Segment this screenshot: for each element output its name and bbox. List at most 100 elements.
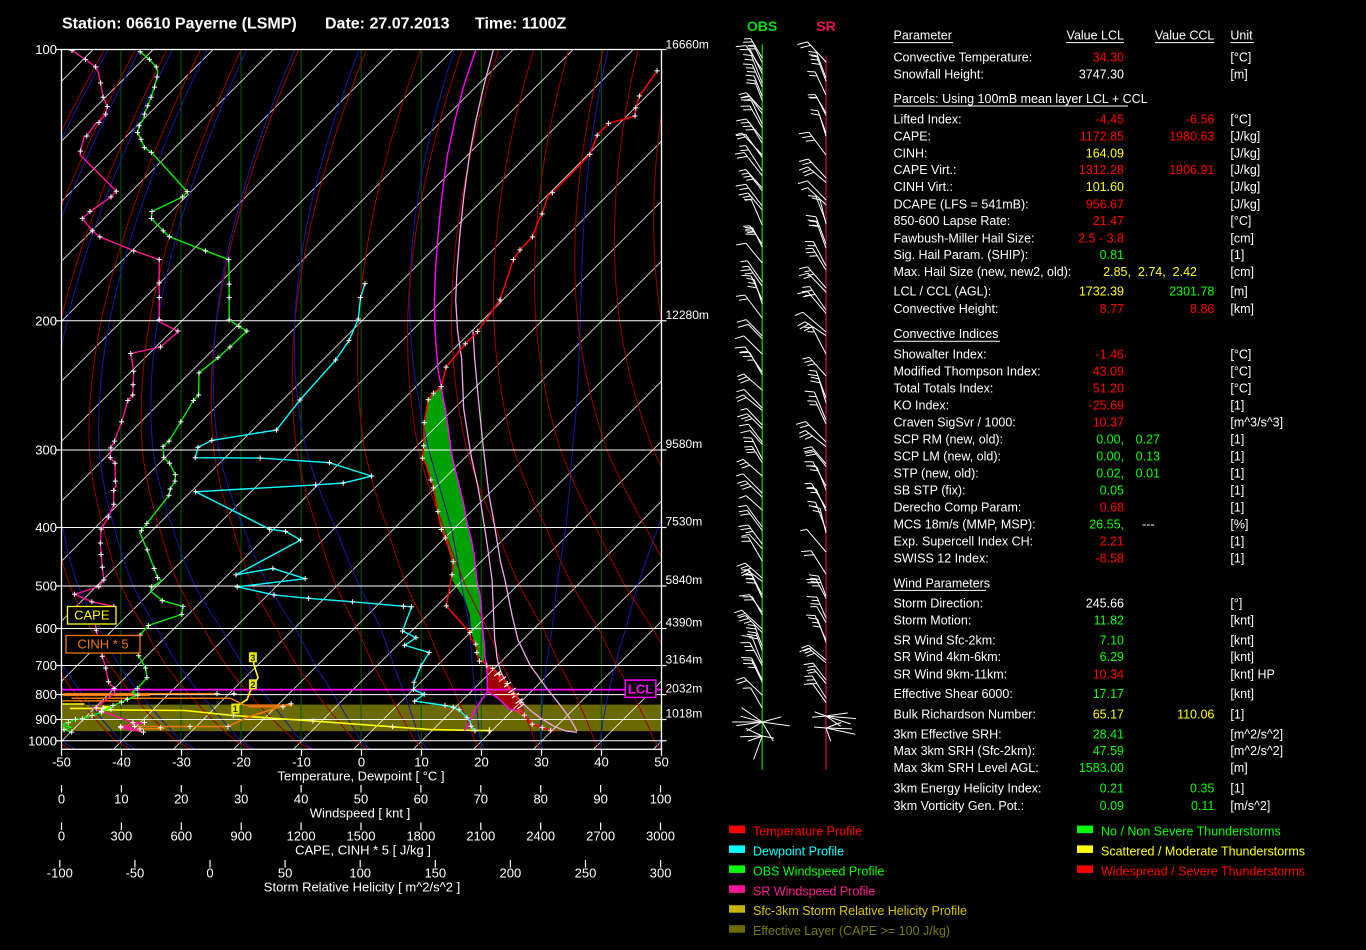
svg-text:1906.91: 1906.91 (1169, 163, 1214, 177)
svg-text:0: 0 (358, 755, 365, 770)
svg-text:11.82: 11.82 (1094, 614, 1124, 628)
svg-text:Unit: Unit (1230, 29, 1253, 43)
svg-text:[J/kg]: [J/kg] (1230, 163, 1260, 177)
svg-text:100: 100 (650, 792, 672, 807)
svg-text:500: 500 (35, 579, 57, 594)
svg-text:30: 30 (234, 792, 248, 807)
svg-text:[1]: [1] (1230, 432, 1244, 446)
svg-text:Temperature, Dewpoint [ °C ]: Temperature, Dewpoint [ °C ] (277, 769, 444, 784)
svg-text:43.09: 43.09 (1093, 365, 1124, 379)
svg-text:-1.46: -1.46 (1096, 348, 1125, 362)
svg-text:CAPE:: CAPE: (894, 129, 932, 143)
svg-text:Value CCL: Value CCL (1155, 29, 1215, 43)
svg-text:3000: 3000 (646, 829, 675, 844)
svg-text:30: 30 (534, 755, 548, 770)
svg-text:50: 50 (278, 866, 292, 881)
svg-text:-8.58: -8.58 (1096, 551, 1125, 565)
svg-text:SWISS 12 Index:: SWISS 12 Index: (894, 551, 989, 565)
svg-text:60: 60 (414, 792, 428, 807)
svg-text:9580m: 9580m (666, 437, 703, 451)
svg-text:Scattered / Moderate Thunderst: Scattered / Moderate Thunderstorms (1101, 844, 1305, 858)
svg-text:-40: -40 (112, 755, 131, 770)
svg-text:0.13: 0.13 (1136, 449, 1160, 463)
svg-text:2301.78: 2301.78 (1169, 285, 1214, 299)
svg-text:0.21: 0.21 (1100, 782, 1124, 796)
svg-text:12280m: 12280m (666, 308, 709, 322)
svg-text:-6.56: -6.56 (1186, 113, 1215, 127)
svg-text:101.60: 101.60 (1086, 180, 1124, 194)
svg-text:MCS 18m/s (MMP, MSP):: MCS 18m/s (MMP, MSP): (894, 518, 1036, 532)
svg-text:164.09: 164.09 (1086, 146, 1124, 160)
svg-text:[knt]: [knt] (1230, 650, 1254, 664)
svg-text:0: 0 (206, 866, 213, 881)
svg-text:Snowfall Height:: Snowfall Height: (894, 67, 984, 81)
svg-text:CAPE, CINH * 5 [ J/kg ]: CAPE, CINH * 5 [ J/kg ] (295, 843, 431, 858)
svg-text:Max 3km SRH Level AGL:: Max 3km SRH Level AGL: (894, 761, 1039, 775)
svg-text:Effective Shear 6000:: Effective Shear 6000: (894, 687, 1013, 701)
svg-text:[°C]: [°C] (1230, 365, 1251, 379)
svg-text:5840m: 5840m (666, 573, 703, 587)
svg-text:2400: 2400 (526, 829, 555, 844)
svg-text:[m^3/s^3]: [m^3/s^3] (1230, 416, 1283, 430)
svg-text:[knt]: [knt] (1230, 687, 1254, 701)
svg-text:0.00,: 0.00, (1096, 432, 1124, 446)
svg-text:LCL / CCL (AGL):: LCL / CCL (AGL): (894, 285, 992, 299)
svg-text:3747.30: 3747.30 (1079, 67, 1124, 81)
svg-text:-10: -10 (292, 755, 311, 770)
svg-text:250: 250 (575, 866, 597, 881)
svg-text:0: 0 (58, 829, 65, 844)
svg-text:2.85, 2.74, 2.42: 2.85, 2.74, 2.42 (1103, 265, 1197, 279)
svg-text:16660m: 16660m (666, 38, 709, 52)
svg-text:50: 50 (354, 792, 368, 807)
svg-text:SR Wind 4km-6km:: SR Wind 4km-6km: (894, 650, 1002, 664)
svg-text:3164m: 3164m (666, 653, 703, 667)
svg-text:[°C]: [°C] (1230, 50, 1251, 64)
svg-text:[1]: [1] (1230, 708, 1244, 722)
svg-text:21.47: 21.47 (1093, 214, 1124, 228)
svg-text:[1]: [1] (1230, 782, 1244, 796)
svg-text:20: 20 (174, 792, 188, 807)
svg-text:200: 200 (35, 313, 57, 328)
svg-text:0: 0 (58, 792, 65, 807)
svg-text:70: 70 (474, 792, 488, 807)
svg-text:DCAPE (LFS = 541mB):: DCAPE (LFS = 541mB): (894, 197, 1029, 211)
svg-text:40: 40 (294, 792, 308, 807)
svg-text:[J/kg]: [J/kg] (1230, 146, 1260, 160)
svg-text:1732.39: 1732.39 (1079, 285, 1124, 299)
svg-text:[°C]: [°C] (1230, 113, 1251, 127)
svg-text:Storm Direction:: Storm Direction: (894, 597, 984, 611)
svg-text:0.68: 0.68 (1100, 501, 1124, 515)
svg-text:26.55,: 26.55, (1089, 518, 1124, 532)
svg-text:1800: 1800 (406, 829, 435, 844)
svg-text:Sig. Hail Param. (SHIP):: Sig. Hail Param. (SHIP): (894, 248, 1029, 262)
svg-text:Wind Parameters: Wind Parameters (894, 576, 991, 590)
svg-text:[1]: [1] (1230, 449, 1244, 463)
svg-text:1583.00: 1583.00 (1079, 761, 1124, 775)
svg-text:300: 300 (35, 443, 57, 458)
svg-text:400: 400 (35, 520, 57, 535)
svg-text:0.02,: 0.02, (1096, 466, 1124, 480)
svg-text:[1]: [1] (1230, 501, 1244, 515)
svg-text:Date: 27.07.2013: Date: 27.07.2013 (325, 16, 450, 33)
svg-text:3km Vorticity Gen. Pot.:: 3km Vorticity Gen. Pot.: (894, 799, 1025, 813)
svg-text:[knt] HP: [knt] HP (1230, 667, 1274, 681)
svg-text:Convective Height:: Convective Height: (894, 302, 999, 316)
svg-text:SR Windspeed Profile: SR Windspeed Profile (753, 884, 875, 898)
svg-text:SCP LM (new, old):: SCP LM (new, old): (894, 449, 1001, 463)
svg-text:Showalter Index:: Showalter Index: (894, 348, 987, 362)
svg-text:[J/kg]: [J/kg] (1230, 129, 1260, 143)
svg-text:Windspeed [ knt ]: Windspeed [ knt ] (310, 806, 410, 821)
svg-text:800: 800 (35, 687, 57, 702)
svg-text:1200: 1200 (287, 829, 316, 844)
svg-text:[knt]: [knt] (1230, 634, 1254, 648)
svg-text:No / Non Severe Thunderstorms: No / Non Severe Thunderstorms (1101, 825, 1281, 839)
svg-text:200: 200 (500, 866, 522, 881)
svg-text:CINH:: CINH: (894, 146, 928, 160)
svg-text:-4.45: -4.45 (1096, 113, 1125, 127)
svg-text:7530m: 7530m (666, 515, 703, 529)
svg-text:[1]: [1] (1230, 466, 1244, 480)
svg-text:Convective Temperature:: Convective Temperature: (894, 50, 1033, 64)
svg-text:0.27: 0.27 (1136, 432, 1160, 446)
svg-text:Parameter: Parameter (894, 29, 952, 43)
svg-text:Station: 06610 Payerne (LSMP): Station: 06610 Payerne (LSMP) (62, 16, 297, 33)
